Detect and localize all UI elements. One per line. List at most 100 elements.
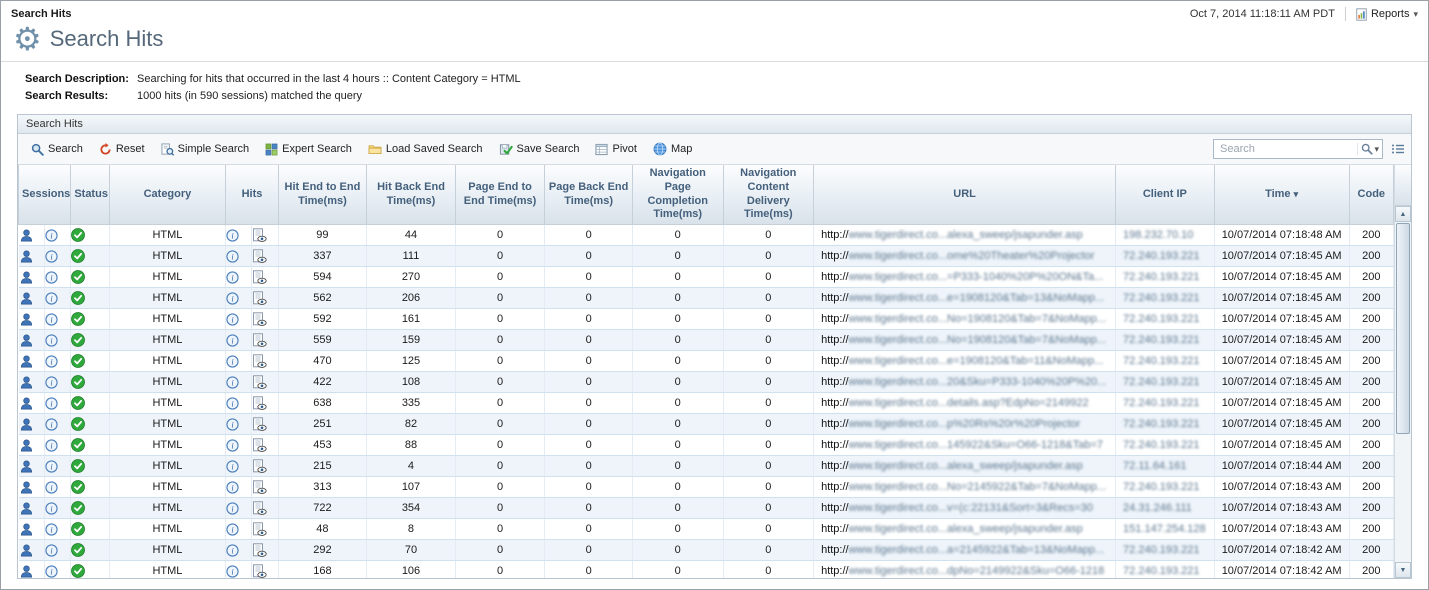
info-icon[interactable]: i	[226, 502, 251, 515]
view-page-icon[interactable]	[252, 438, 277, 453]
table-row[interactable]: i HTML i 592 161 0 0 0 0 http://www.tige…	[19, 309, 1394, 330]
table-filter-input[interactable]	[1218, 142, 1357, 156]
session-user-icon[interactable]	[19, 333, 45, 348]
session-user-icon[interactable]	[19, 480, 45, 495]
table-row[interactable]: i HTML i 722 354 0 0 0 0 http://www.tige…	[19, 498, 1394, 519]
info-icon[interactable]: i	[45, 271, 70, 284]
table-row[interactable]: i HTML i 292 70 0 0 0 0 http://www.tiger…	[19, 540, 1394, 561]
session-user-icon[interactable]	[19, 375, 45, 390]
session-user-icon[interactable]	[19, 417, 45, 432]
info-icon[interactable]: i	[226, 418, 251, 431]
session-user-icon[interactable]	[19, 354, 45, 369]
col-url[interactable]: URL	[814, 165, 1116, 225]
table-row[interactable]: i HTML i 168 106 0 0 0 0 http://www.tige…	[19, 561, 1394, 579]
table-row[interactable]: i HTML i 48 8 0 0 0 0 http://www.tigerdi…	[19, 519, 1394, 540]
reset-button[interactable]: Reset	[92, 139, 152, 160]
col-page-e2e[interactable]: Page End to End Time(ms)	[455, 165, 545, 225]
session-user-icon[interactable]	[19, 543, 45, 558]
info-icon[interactable]: i	[226, 250, 251, 263]
scroll-down-button[interactable]: ▼	[1395, 562, 1411, 578]
info-icon[interactable]: i	[226, 229, 251, 242]
scrollbar-track[interactable]	[1395, 222, 1411, 562]
table-row[interactable]: i HTML i 594 270 0 0 0 0 http://www.tige…	[19, 267, 1394, 288]
table-row[interactable]: i HTML i 337 111 0 0 0 0 http://www.tige…	[19, 246, 1394, 267]
load-saved-search-button[interactable]: Load Saved Search	[361, 139, 490, 159]
view-page-icon[interactable]	[252, 417, 277, 432]
view-page-icon[interactable]	[252, 501, 277, 516]
session-user-icon[interactable]	[19, 522, 45, 537]
info-icon[interactable]: i	[226, 544, 251, 557]
filter-search-button[interactable]: ▾	[1357, 143, 1379, 155]
info-icon[interactable]: i	[226, 313, 251, 326]
session-user-icon[interactable]	[19, 396, 45, 411]
info-icon[interactable]: i	[226, 460, 251, 473]
info-icon[interactable]: i	[45, 229, 70, 242]
table-row[interactable]: i HTML i 99 44 0 0 0 0 http://www.tigerd…	[19, 225, 1394, 246]
col-sessions[interactable]: Sessions	[19, 165, 71, 225]
view-page-icon[interactable]	[252, 270, 277, 285]
info-icon[interactable]: i	[45, 250, 70, 263]
table-row[interactable]: i HTML i 422 108 0 0 0 0 http://www.tige…	[19, 372, 1394, 393]
info-icon[interactable]: i	[45, 334, 70, 347]
table-row[interactable]: i HTML i 453 88 0 0 0 0 http://www.tiger…	[19, 435, 1394, 456]
scrollbar-thumb[interactable]	[1396, 223, 1410, 434]
table-row[interactable]: i HTML i 251 82 0 0 0 0 http://www.tiger…	[19, 414, 1394, 435]
search-button[interactable]: Search	[24, 139, 90, 160]
view-page-icon[interactable]	[252, 375, 277, 390]
session-user-icon[interactable]	[19, 564, 45, 579]
info-icon[interactable]: i	[45, 418, 70, 431]
info-icon[interactable]: i	[226, 271, 251, 284]
view-page-icon[interactable]	[252, 228, 277, 243]
col-nav-page[interactable]: Navigation Page Completion Time(ms)	[632, 165, 723, 225]
info-icon[interactable]: i	[45, 523, 70, 536]
view-page-icon[interactable]	[252, 333, 277, 348]
info-icon[interactable]: i	[226, 397, 251, 410]
info-icon[interactable]: i	[45, 313, 70, 326]
simple-search-button[interactable]: Simple Search	[154, 139, 257, 160]
info-icon[interactable]: i	[45, 292, 70, 305]
session-user-icon[interactable]	[19, 312, 45, 327]
info-icon[interactable]: i	[226, 523, 251, 536]
info-icon[interactable]: i	[45, 481, 70, 494]
session-user-icon[interactable]	[19, 228, 45, 243]
view-page-icon[interactable]	[252, 354, 277, 369]
col-hit-e2e[interactable]: Hit End to End Time(ms)	[278, 165, 367, 225]
table-row[interactable]: i HTML i 559 159 0 0 0 0 http://www.tige…	[19, 330, 1394, 351]
info-icon[interactable]: i	[226, 292, 251, 305]
table-row[interactable]: i HTML i 215 4 0 0 0 0 http://www.tigerd…	[19, 456, 1394, 477]
info-icon[interactable]: i	[45, 397, 70, 410]
session-user-icon[interactable]	[19, 459, 45, 474]
grid-options-button[interactable]	[1391, 143, 1405, 155]
pivot-button[interactable]: Pivot	[588, 139, 643, 160]
info-icon[interactable]: i	[226, 355, 251, 368]
info-icon[interactable]: i	[45, 376, 70, 389]
session-user-icon[interactable]	[19, 249, 45, 264]
view-page-icon[interactable]	[252, 291, 277, 306]
col-status[interactable]: Status	[71, 165, 109, 225]
expert-search-button[interactable]: Expert Search	[258, 139, 359, 160]
info-icon[interactable]: i	[226, 376, 251, 389]
session-user-icon[interactable]	[19, 291, 45, 306]
view-page-icon[interactable]	[252, 522, 277, 537]
view-page-icon[interactable]	[252, 249, 277, 264]
col-client-ip[interactable]: Client IP	[1116, 165, 1215, 225]
view-page-icon[interactable]	[252, 312, 277, 327]
info-icon[interactable]: i	[45, 502, 70, 515]
info-icon[interactable]: i	[45, 439, 70, 452]
col-hits[interactable]: Hits	[226, 165, 278, 225]
map-button[interactable]: Map	[646, 138, 699, 160]
save-search-button[interactable]: Save Search	[492, 138, 587, 160]
view-page-icon[interactable]	[252, 543, 277, 558]
session-user-icon[interactable]	[19, 270, 45, 285]
info-icon[interactable]: i	[226, 439, 251, 452]
col-nav-content[interactable]: Navigation Content Delivery Time(ms)	[723, 165, 814, 225]
info-icon[interactable]: i	[45, 544, 70, 557]
info-icon[interactable]: i	[45, 460, 70, 473]
col-time[interactable]: Time ▾	[1214, 165, 1349, 225]
view-page-icon[interactable]	[252, 396, 277, 411]
info-icon[interactable]: i	[226, 334, 251, 347]
col-category[interactable]: Category	[109, 165, 226, 225]
info-icon[interactable]: i	[226, 565, 251, 578]
reports-menu[interactable]: Reports ▾	[1356, 8, 1418, 21]
table-row[interactable]: i HTML i 313 107 0 0 0 0 http://www.tige…	[19, 477, 1394, 498]
